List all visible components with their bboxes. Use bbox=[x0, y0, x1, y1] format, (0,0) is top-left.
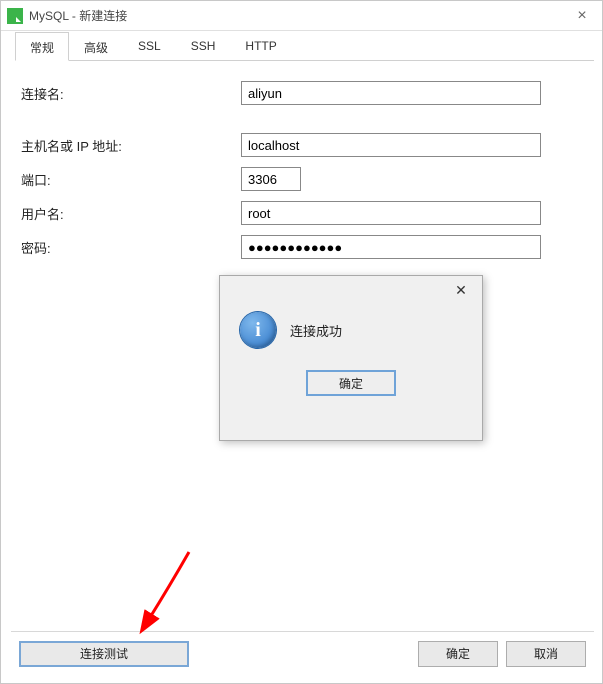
cancel-button[interactable]: 取消 bbox=[506, 641, 586, 667]
tab-bar: 常规 高级 SSL SSH HTTP bbox=[15, 31, 594, 61]
message-dialog-body: i 连接成功 bbox=[220, 304, 482, 352]
dialog-footer: 连接测试 确定 取消 bbox=[11, 631, 594, 675]
message-dialog: ✕ i 连接成功 确定 bbox=[219, 275, 483, 441]
host-input[interactable] bbox=[241, 133, 541, 157]
test-connection-button[interactable]: 连接测试 bbox=[19, 641, 189, 667]
form: 连接名: 主机名或 IP 地址: 端口: 用户名: 密码: bbox=[11, 61, 594, 289]
message-text: 连接成功 bbox=[290, 321, 342, 340]
close-icon[interactable]: ✕ bbox=[446, 279, 476, 301]
row-connection-name: 连接名: bbox=[21, 81, 584, 105]
connection-name-label: 连接名: bbox=[21, 84, 241, 103]
titlebar: MySQL - 新建连接 × bbox=[1, 1, 602, 31]
tab-ssl[interactable]: SSL bbox=[123, 32, 176, 61]
message-dialog-footer: 确定 bbox=[220, 370, 482, 396]
user-label: 用户名: bbox=[21, 204, 241, 223]
close-icon[interactable]: × bbox=[562, 1, 602, 31]
tab-advanced[interactable]: 高级 bbox=[69, 32, 123, 61]
tab-ssh[interactable]: SSH bbox=[176, 32, 231, 61]
password-label: 密码: bbox=[21, 238, 241, 257]
ok-button[interactable]: 确定 bbox=[418, 641, 498, 667]
info-icon: i bbox=[240, 312, 276, 348]
tab-general[interactable]: 常规 bbox=[15, 32, 69, 61]
dialog-window: MySQL - 新建连接 × 常规 高级 SSL SSH HTTP 连接名: 主… bbox=[0, 0, 603, 684]
port-label: 端口: bbox=[21, 170, 241, 189]
navicat-icon bbox=[7, 8, 23, 24]
port-input[interactable] bbox=[241, 167, 301, 191]
row-port: 端口: bbox=[21, 167, 584, 191]
message-ok-button[interactable]: 确定 bbox=[306, 370, 396, 396]
message-dialog-titlebar: ✕ bbox=[220, 276, 482, 304]
row-user: 用户名: bbox=[21, 201, 584, 225]
row-password: 密码: bbox=[21, 235, 584, 259]
user-input[interactable] bbox=[241, 201, 541, 225]
tab-http[interactable]: HTTP bbox=[230, 32, 291, 61]
password-input[interactable] bbox=[241, 235, 541, 259]
connection-name-input[interactable] bbox=[241, 81, 541, 105]
host-label: 主机名或 IP 地址: bbox=[21, 136, 241, 155]
row-host: 主机名或 IP 地址: bbox=[21, 133, 584, 157]
window-title: MySQL - 新建连接 bbox=[29, 7, 127, 24]
